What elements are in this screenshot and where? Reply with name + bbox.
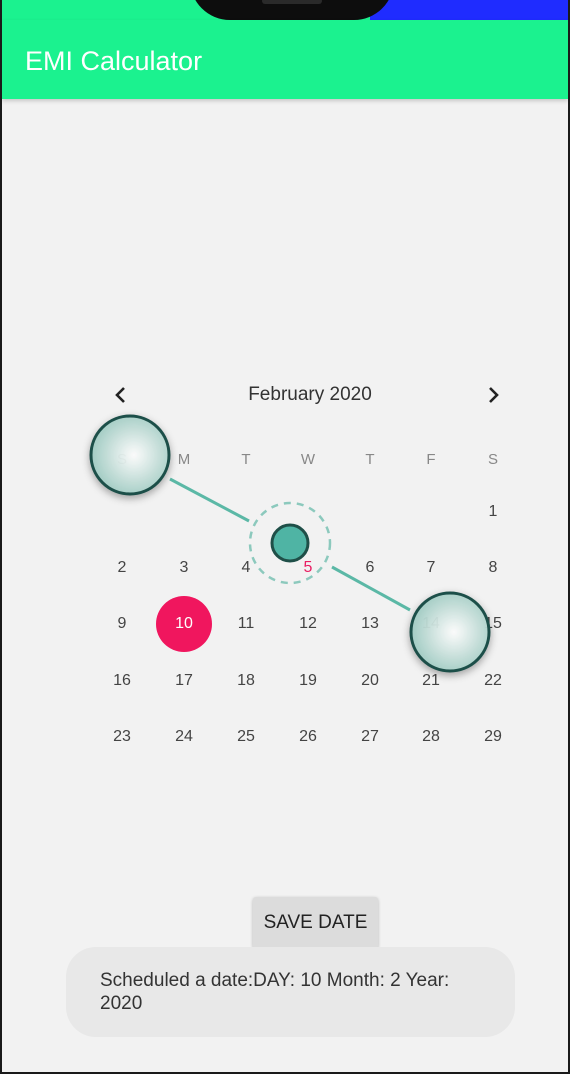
calendar-day-17[interactable]: 17 — [156, 653, 212, 709]
calendar-day-4[interactable]: 4 — [218, 540, 274, 596]
weekday-label: W — [300, 450, 316, 468]
camera-lens — [262, 0, 322, 4]
weekday-label: T — [365, 450, 375, 468]
calendar-day-14[interactable]: 14 — [403, 596, 459, 652]
weekday-label: T — [241, 450, 251, 468]
save-date-button[interactable]: SAVE DATE — [253, 897, 378, 949]
calendar-day-10[interactable]: 10 — [156, 596, 212, 652]
calendar-day-22[interactable]: 22 — [465, 653, 521, 709]
calendar-day-16[interactable]: 16 — [94, 653, 150, 709]
chevron-right-icon — [489, 387, 499, 403]
toast-message: Scheduled a date:DAY: 10 Month: 2 Year: … — [66, 947, 515, 1037]
calendar-day-25[interactable]: 25 — [218, 709, 274, 765]
calendar-day-29[interactable]: 29 — [465, 709, 521, 765]
calendar-day-26[interactable]: 26 — [280, 709, 336, 765]
calendar-day-20[interactable]: 20 — [342, 653, 398, 709]
calendar-day-9[interactable]: 9 — [94, 596, 150, 652]
calendar-day-15[interactable]: 15 — [465, 596, 521, 652]
calendar-day-27[interactable]: 27 — [342, 709, 398, 765]
calendar-day-8[interactable]: 8 — [465, 540, 521, 596]
weekday-label: M — [177, 450, 191, 468]
weekday-label: F — [426, 450, 436, 468]
weekday-label: S — [116, 450, 127, 468]
calendar-day-5[interactable]: 5 — [280, 540, 336, 596]
calendar-day-21[interactable]: 21 — [403, 653, 459, 709]
calendar-day-13[interactable]: 13 — [342, 596, 398, 652]
calendar-day-19[interactable]: 19 — [280, 653, 336, 709]
camera-notch — [190, 0, 394, 20]
calendar-day-18[interactable]: 18 — [218, 653, 274, 709]
calendar-day-6[interactable]: 6 — [342, 540, 398, 596]
weekday-label: S — [487, 450, 498, 468]
calendar-day-3[interactable]: 3 — [156, 540, 212, 596]
month-label: February 2020 — [248, 384, 372, 405]
calendar-day-1[interactable]: 1 — [465, 484, 521, 540]
app-bar: EMI Calculator — [2, 20, 568, 99]
calendar-day-24[interactable]: 24 — [156, 709, 212, 765]
app-title: EMI Calculator — [25, 46, 203, 76]
calendar-day-7[interactable]: 7 — [403, 540, 459, 596]
next-month-button[interactable] — [478, 380, 508, 410]
calendar-day-2[interactable]: 2 — [94, 540, 150, 596]
calendar-day-12[interactable]: 12 — [280, 596, 336, 652]
calendar-day-11[interactable]: 11 — [218, 596, 274, 652]
calendar-header: February 2020 — [100, 378, 520, 412]
calendar-day-28[interactable]: 28 — [403, 709, 459, 765]
calendar-day-23[interactable]: 23 — [94, 709, 150, 765]
